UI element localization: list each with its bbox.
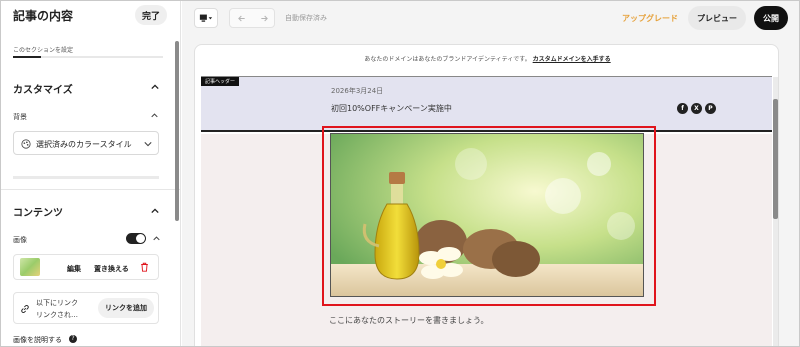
toggle-knob bbox=[136, 234, 145, 243]
link-icon bbox=[21, 305, 29, 313]
image-label: 画像 bbox=[13, 236, 27, 244]
autosave-status: 自動保存済み bbox=[285, 14, 327, 22]
chevron-up-icon[interactable] bbox=[153, 235, 160, 242]
section-tag: 記事ヘッダー bbox=[201, 77, 240, 86]
link-text-line1: 以下にリンク bbox=[36, 299, 78, 307]
banner-text: あなたのドメインはあなたのブランドアイデンティティです。 bbox=[364, 56, 531, 63]
help-icon[interactable]: ? bbox=[69, 335, 77, 343]
link-card: 以下にリンク リンクされ… リンクを追加 bbox=[13, 292, 159, 324]
upgrade-link[interactable]: アップグレード bbox=[622, 13, 678, 24]
done-button[interactable]: 完了 bbox=[135, 5, 167, 25]
settings-sidebar: 記事の内容 完了 このセクションを設定 カスタマイズ 背景 選択済みのカラースタ… bbox=[1, 1, 181, 346]
chevron-down-icon bbox=[144, 142, 152, 147]
describe-image-label: 画像を説明する bbox=[13, 336, 62, 344]
top-toolbar: 自動保存済み アップグレード プレビュー 公開 bbox=[182, 1, 799, 37]
undo-icon[interactable] bbox=[238, 14, 248, 23]
image-card: 編集 置き換える bbox=[13, 254, 159, 280]
add-link-button[interactable]: リンクを追加 bbox=[98, 298, 154, 318]
progress-indicator bbox=[13, 56, 41, 58]
pinterest-icon[interactable]: P bbox=[705, 103, 716, 114]
redo-icon[interactable] bbox=[258, 14, 268, 23]
content-heading: コンテンツ bbox=[13, 208, 63, 219]
background-style-value: 選択済みのカラースタイル bbox=[36, 140, 132, 149]
edit-image-link[interactable]: 編集 bbox=[67, 264, 81, 274]
replace-image-link[interactable]: 置き換える bbox=[94, 264, 129, 274]
preview-button[interactable]: プレビュー bbox=[688, 6, 746, 30]
editor-canvas: 自動保存済み アップグレード プレビュー 公開 あなたのドメインはあなたのブラン… bbox=[182, 1, 799, 346]
canvas-scroll-thumb[interactable] bbox=[773, 99, 778, 219]
chevron-up-icon[interactable] bbox=[151, 83, 159, 91]
link-text-line2: リンクされ… bbox=[36, 311, 78, 319]
chevron-up-icon[interactable] bbox=[151, 112, 158, 119]
article-header-section[interactable]: 記事ヘッダー 2026年3月24日 初回10%OFFキャンペーン実施中 f X … bbox=[201, 76, 772, 132]
facebook-icon[interactable]: f bbox=[677, 103, 688, 114]
image-toggle[interactable] bbox=[126, 233, 146, 244]
story-placeholder[interactable]: ここにあなたのストーリーを書きましょう。 bbox=[329, 315, 489, 326]
article-date[interactable]: 2026年3月24日 bbox=[331, 86, 383, 96]
sidebar-title: 記事の内容 bbox=[13, 9, 74, 23]
x-icon[interactable]: X bbox=[691, 103, 702, 114]
divider bbox=[1, 189, 180, 190]
image-thumbnail bbox=[20, 258, 40, 276]
trash-icon[interactable] bbox=[140, 262, 149, 272]
editor-window: 記事の内容 完了 このセクションを設定 カスタマイズ 背景 選択済みのカラースタ… bbox=[0, 0, 800, 347]
page-preview: あなたのドメインはあなたのブランドアイデンティティです。 カスタムドメインを入手… bbox=[194, 44, 779, 346]
customize-heading: カスタマイズ bbox=[13, 85, 73, 96]
palette-icon bbox=[21, 139, 31, 149]
publish-button[interactable]: 公開 bbox=[754, 6, 788, 30]
undo-redo-group bbox=[229, 8, 275, 28]
device-switch-button[interactable] bbox=[194, 8, 218, 28]
selection-highlight bbox=[322, 126, 656, 306]
desktop-icon bbox=[199, 14, 213, 22]
sidebar-scrollbar[interactable] bbox=[175, 41, 179, 221]
chevron-up-icon[interactable] bbox=[151, 207, 159, 215]
section-separator bbox=[13, 176, 159, 179]
section-hint: このセクションを設定 bbox=[13, 47, 74, 54]
background-style-select[interactable]: 選択済みのカラースタイル bbox=[13, 131, 159, 155]
article-content-section: ここにあなたのストーリーを書きましょう。 bbox=[201, 126, 772, 346]
custom-domain-link[interactable]: カスタムドメインを入手する bbox=[533, 56, 611, 63]
article-title[interactable]: 初回10%OFFキャンペーン実施中 bbox=[331, 103, 452, 114]
background-label: 背景 bbox=[13, 113, 27, 121]
domain-banner: あなたのドメインはあなたのブランドアイデンティティです。 カスタムドメインを入手… bbox=[195, 45, 778, 75]
